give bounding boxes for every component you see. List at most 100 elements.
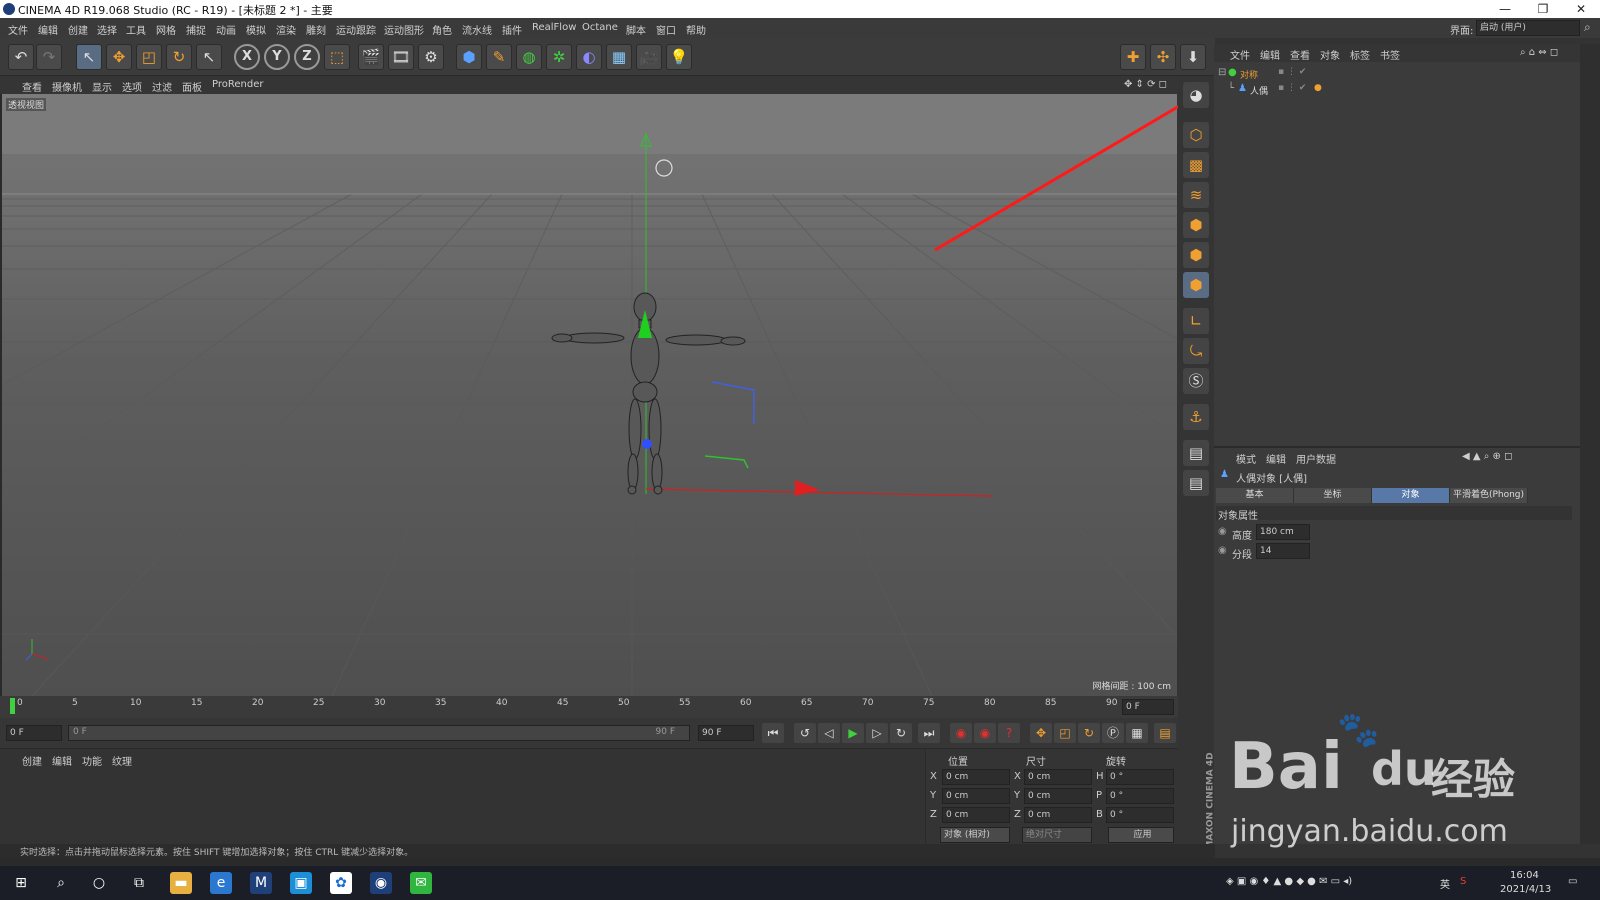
record-key-icon[interactable]: ◉ xyxy=(950,723,972,743)
rotation-b-input[interactable]: 0 ° xyxy=(1106,807,1174,823)
model-mode-icon[interactable]: ⬡ xyxy=(1183,122,1209,148)
menu-character[interactable]: 角色 xyxy=(432,22,452,37)
restore-button[interactable]: ❐ xyxy=(1526,0,1560,18)
am-menu-user-data[interactable]: 用户数据 xyxy=(1296,451,1336,466)
rotate-icon[interactable]: ↻ xyxy=(166,44,192,70)
rotation-p-input[interactable]: 0 ° xyxy=(1106,788,1174,804)
import-icon[interactable]: ⬇ xyxy=(1180,44,1206,70)
undo-icon[interactable]: ↶ xyxy=(8,44,34,70)
menu-select[interactable]: 选择 xyxy=(97,22,117,37)
vp-menu-prorender[interactable]: ProRender xyxy=(212,79,263,90)
menu-simulate[interactable]: 模拟 xyxy=(246,22,266,37)
menu-pipeline[interactable]: 流水线 xyxy=(462,22,492,37)
menu-motion-tracker[interactable]: 运动跟踪 xyxy=(336,22,376,37)
render-view-icon[interactable]: 🎬 xyxy=(358,44,384,70)
mat-menu-function[interactable]: 功能 xyxy=(82,753,102,768)
object-row-symmetry[interactable]: ⊟ ● 对称 ▪ ⋮ ✔ xyxy=(1218,67,1368,81)
deformer-icon[interactable]: ◐ xyxy=(576,44,602,70)
size-z-input[interactable]: 0 cm xyxy=(1024,807,1092,823)
om-menu-edit[interactable]: 编辑 xyxy=(1260,47,1280,62)
menu-animate[interactable]: 动画 xyxy=(216,22,236,37)
clock-time[interactable]: 16:04 xyxy=(1510,870,1539,881)
param-segments-input[interactable]: 14 xyxy=(1256,543,1310,559)
snap-icon[interactable]: Ⓢ xyxy=(1183,368,1209,394)
menu-create[interactable]: 创建 xyxy=(68,22,88,37)
notification-icon[interactable]: ▭ xyxy=(1568,876,1577,887)
tab-basic[interactable]: 基本 xyxy=(1216,488,1294,503)
position-y-input[interactable]: 0 cm xyxy=(942,788,1010,804)
position-z-input[interactable]: 0 cm xyxy=(942,807,1010,823)
minimize-button[interactable]: — xyxy=(1488,0,1522,18)
snap-settings-icon[interactable]: ✣ xyxy=(1150,44,1176,70)
y-axis-lock-icon[interactable]: Y xyxy=(264,44,290,70)
pen-spline-icon[interactable]: ✎ xyxy=(486,44,512,70)
windows-start-icon[interactable]: ⊞ xyxy=(10,872,32,894)
object-name[interactable]: 人偶 xyxy=(1250,84,1268,97)
end-frame-field[interactable]: 90 F xyxy=(698,725,754,741)
locked-workplane-icon[interactable]: ▤ xyxy=(1183,470,1209,496)
object-row-figure[interactable]: └ ♟ 人偶 ▪ ⋮ ✔ ● xyxy=(1228,83,1378,97)
texture-mode-icon[interactable]: ▩ xyxy=(1183,152,1209,178)
cube-icon[interactable]: ⬢ xyxy=(456,44,482,70)
key-parameter-icon[interactable]: Ⓟ xyxy=(1102,723,1124,743)
vp-menu-filter[interactable]: 过滤 xyxy=(152,79,172,94)
mat-menu-edit[interactable]: 编辑 xyxy=(52,753,72,768)
tab-object[interactable]: 对象 xyxy=(1372,488,1450,503)
tab-coordinates[interactable]: 坐标 xyxy=(1294,488,1372,503)
subdivision-surface-icon[interactable]: ◍ xyxy=(516,44,542,70)
start-frame-field[interactable]: 0 F xyxy=(6,725,62,741)
wechat-icon[interactable]: ✉ xyxy=(410,872,432,894)
menu-mesh[interactable]: 网格 xyxy=(156,22,176,37)
clock-date[interactable]: 2021/4/13 xyxy=(1500,884,1551,895)
frame-range-slider[interactable]: 0 F 90 F xyxy=(68,725,690,741)
light-icon[interactable]: 💡 xyxy=(666,44,692,70)
param-height-input[interactable]: 180 cm xyxy=(1256,524,1310,540)
om-search-icon[interactable]: ⌕ ⌂ ⇔ ◻ xyxy=(1520,47,1558,58)
workplane-mode-icon[interactable]: ≋ xyxy=(1183,182,1209,208)
camera-icon[interactable]: 🎥 xyxy=(636,44,662,70)
redo-icon[interactable]: ↷ xyxy=(36,44,62,70)
menu-octane[interactable]: Octane xyxy=(582,22,618,33)
menu-render[interactable]: 渲染 xyxy=(276,22,296,37)
menu-window[interactable]: 窗口 xyxy=(656,22,676,37)
menu-mograph[interactable]: 运动图形 xyxy=(384,22,424,37)
points-mode-icon[interactable]: ⬢ xyxy=(1183,212,1209,238)
om-menu-objects[interactable]: 对象 xyxy=(1320,47,1340,62)
menu-sculpt[interactable]: 雕刻 xyxy=(306,22,326,37)
floor-scene-icon[interactable]: ▦ xyxy=(606,44,632,70)
mat-menu-texture[interactable]: 纹理 xyxy=(112,753,132,768)
recent-tool-icon[interactable]: ↖ xyxy=(196,44,222,70)
vp-menu-options[interactable]: 选项 xyxy=(122,79,142,94)
next-frame-icon[interactable]: ▷ xyxy=(866,723,888,743)
edges-mode-icon[interactable]: ⬢ xyxy=(1183,242,1209,268)
task-view-icon[interactable]: ⧉ xyxy=(128,872,150,894)
om-menu-bookmarks[interactable]: 书签 xyxy=(1380,47,1400,62)
ime-indicator[interactable]: 英 xyxy=(1440,876,1450,891)
browser-icon[interactable]: e xyxy=(210,872,232,894)
loop-icon[interactable]: ↻ xyxy=(890,723,912,743)
visibility-toggles-icon[interactable]: ▪ ⋮ ✔ xyxy=(1278,83,1306,93)
live-selection-icon[interactable]: ↖ xyxy=(76,44,102,70)
om-menu-file[interactable]: 文件 xyxy=(1230,47,1250,62)
param-anim-icon[interactable]: ◉ xyxy=(1218,545,1227,556)
menu-edit[interactable]: 编辑 xyxy=(38,22,58,37)
menu-tools[interactable]: 工具 xyxy=(126,22,146,37)
timeline-ruler[interactable]: 0 5 10 15 20 25 30 35 40 45 50 55 60 65 … xyxy=(0,696,1178,718)
app-icon[interactable]: M xyxy=(250,872,272,894)
size-x-input[interactable]: 0 cm xyxy=(1024,769,1092,785)
rotation-h-input[interactable]: 0 ° xyxy=(1106,769,1174,785)
previous-key-icon[interactable]: ↺ xyxy=(794,723,816,743)
x-axis-lock-icon[interactable]: X xyxy=(234,44,260,70)
tab-phong[interactable]: 平滑着色(Phong) xyxy=(1450,488,1528,503)
key-position-icon[interactable]: ✥ xyxy=(1030,723,1052,743)
vp-menu-display[interactable]: 显示 xyxy=(92,79,112,94)
render-picture-viewer-icon[interactable]: 🎞 xyxy=(388,44,414,70)
am-menu-mode[interactable]: 模式 xyxy=(1236,451,1256,466)
cortana-icon[interactable]: ○ xyxy=(88,872,110,894)
make-editable-icon[interactable]: ◕ xyxy=(1183,82,1209,108)
search-icon[interactable]: ⌕ xyxy=(1584,20,1591,35)
vp-menu-panel[interactable]: 面板 xyxy=(182,79,202,94)
autokey-icon[interactable]: ◉ xyxy=(974,723,996,743)
key-rotation-icon[interactable]: ↻ xyxy=(1078,723,1100,743)
move-icon[interactable]: ✥ xyxy=(106,44,132,70)
